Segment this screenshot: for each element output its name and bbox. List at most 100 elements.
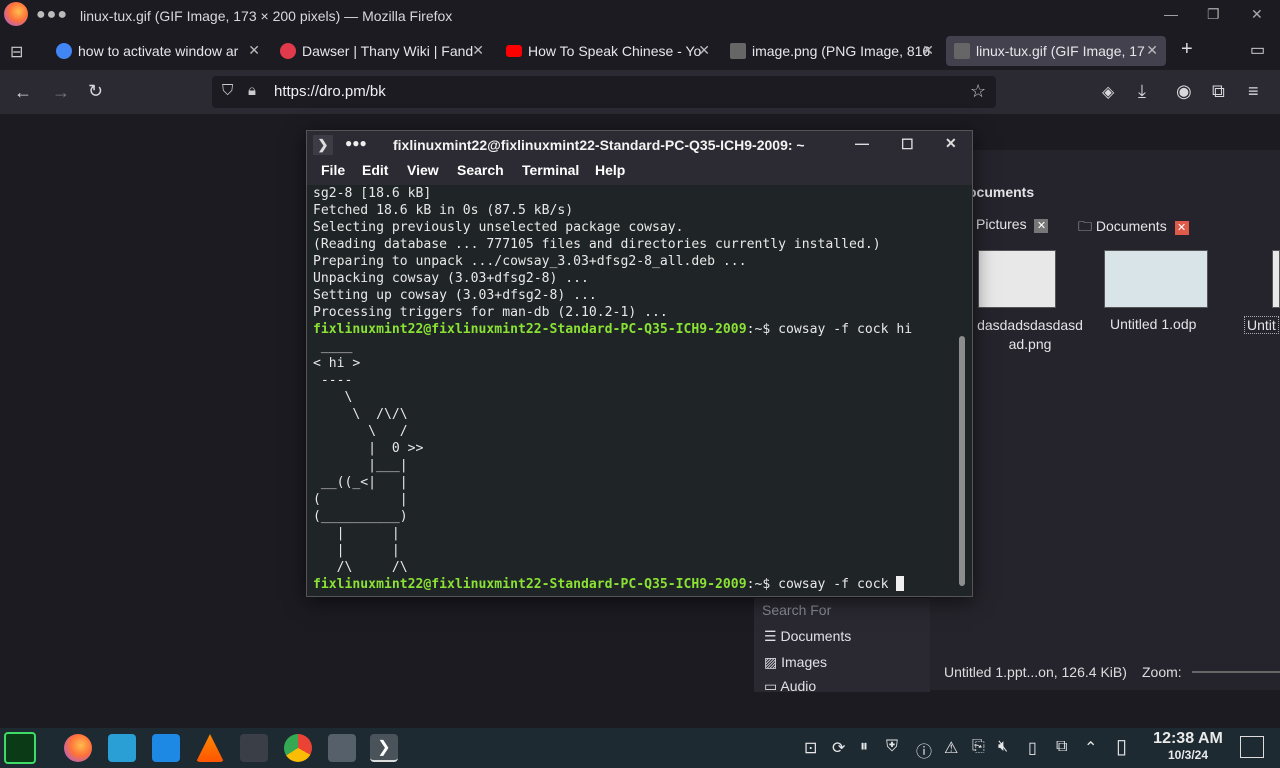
app-icon[interactable] <box>328 734 356 762</box>
tray-app-icon[interactable]: ⊡ <box>804 738 817 758</box>
lock-icon[interactable]: 🔒︎ <box>248 82 256 99</box>
output-line: Selecting previously unselected package … <box>313 220 684 235</box>
search-item-documents[interactable]: ☰ Documents <box>764 628 851 645</box>
battery-icon[interactable]: ▯ <box>1028 738 1037 758</box>
minimize-icon[interactable]: — <box>855 135 869 151</box>
tab-google[interactable]: how to activate window ar ✕ <box>48 36 268 66</box>
pause-icon[interactable]: ⏸ <box>860 738 868 756</box>
tab-label: linux-tux.gif (GIF Image, 17 <box>976 43 1145 59</box>
menu-terminal[interactable]: Terminal <box>522 162 579 178</box>
close-icon[interactable]: ✕ <box>1034 219 1049 233</box>
cow-art-line: \ / <box>313 424 408 439</box>
tab-label: Documents <box>1095 218 1167 234</box>
download-icon[interactable]: ⤓ <box>1138 81 1146 102</box>
file-name[interactable]: Untit <box>1244 316 1279 334</box>
menu-search[interactable]: Search <box>457 162 504 178</box>
item-label: Documents <box>780 628 852 644</box>
cow-art-line: ---- <box>313 373 353 388</box>
bookmark-star-icon[interactable]: ☆ <box>970 81 986 102</box>
file-thumbnail[interactable] <box>1104 250 1208 308</box>
tab-linux-tux[interactable]: linux-tux.gif (GIF Image, 17 ✕ <box>946 36 1166 66</box>
chevron-up-icon[interactable]: ⌃ <box>1084 738 1097 758</box>
terminal-icon[interactable]: ❯ <box>370 734 398 762</box>
cow-art-line: |___| <box>313 458 408 473</box>
back-icon[interactable]: ← <box>14 82 32 103</box>
terminal-output[interactable]: sg2-8 [18.6 kB] Fetched 18.6 kB in 0s (8… <box>307 185 959 596</box>
more-dots-icon[interactable]: ●●● <box>345 136 367 150</box>
pocket-icon[interactable]: ◈ <box>1102 82 1114 102</box>
maximize-icon[interactable]: ❐ <box>1207 6 1220 23</box>
tab-fandom[interactable]: Dawser | Thany Wiki | Fand ✕ <box>272 36 492 66</box>
cow-art-line: ____ <box>313 339 353 354</box>
zoom-slider[interactable] <box>1192 671 1280 673</box>
start-menu-icon[interactable] <box>4 732 36 764</box>
url-text[interactable]: https://dro.pm/bk <box>274 83 386 100</box>
tab-label: Pictures <box>976 216 1027 232</box>
tab-list-icon[interactable]: ▭ <box>1250 40 1265 60</box>
output-line: Processing triggers for man-db (2.10.2-1… <box>313 305 668 320</box>
files-icon[interactable] <box>108 734 136 762</box>
tab-overview-icon[interactable]: ⊟ <box>10 42 23 62</box>
document-icon: ☰ <box>764 628 781 644</box>
prompt-text: fixlinuxmint22@fixlinuxmint22-Standard-P… <box>313 577 747 592</box>
shield-icon[interactable]: ⛨ <box>886 738 898 756</box>
forward-icon[interactable]: → <box>52 82 70 103</box>
file-name[interactable]: Untitled 1.odp <box>1110 316 1196 332</box>
tab-close-icon[interactable]: ✕ <box>248 42 260 59</box>
file-name[interactable]: dasdadsdasdasd ad.png <box>970 316 1090 354</box>
terminal-scrollbar[interactable] <box>959 336 965 586</box>
file-thumbnail[interactable] <box>978 250 1056 308</box>
chrome-icon[interactable] <box>284 734 312 762</box>
tab-close-icon[interactable]: ✕ <box>472 42 484 59</box>
close-icon[interactable]: ✕ <box>1251 6 1263 23</box>
tab-close-icon[interactable]: ✕ <box>922 42 934 59</box>
mute-icon[interactable]: 🔇︎ <box>998 738 1008 756</box>
search-item-images[interactable]: ▨ Images <box>764 654 827 671</box>
minimize-icon[interactable]: — <box>1164 6 1178 22</box>
menu-icon[interactable]: ≡ <box>1248 81 1259 102</box>
close-icon[interactable]: ✕ <box>1174 221 1189 235</box>
tab-close-icon[interactable]: ✕ <box>698 42 710 59</box>
tab-close-icon[interactable]: ✕ <box>1146 42 1158 59</box>
settings-icon[interactable] <box>240 734 268 762</box>
clock[interactable]: 12:38 AM 10/3/24 <box>1148 730 1228 762</box>
menu-edit[interactable]: Edit <box>362 162 388 178</box>
update-icon[interactable]: ⚠ <box>944 738 958 758</box>
vlc-icon[interactable] <box>196 734 224 762</box>
status-text: Untitled 1.ppt...on, 126.4 KiB) <box>944 664 1127 680</box>
terminal-app-icon[interactable]: ❯ <box>313 135 333 155</box>
extensions-icon[interactable]: ⧉ <box>1212 81 1225 102</box>
file-thumbnail[interactable] <box>1272 250 1280 308</box>
phone-icon[interactable]: ▯ <box>1116 734 1127 759</box>
fm-tab-documents[interactable]: 🗀︎ Documents ✕ <box>1078 216 1189 240</box>
tab-label: image.png (PNG Image, 816 <box>752 43 931 59</box>
output-line: Unpacking cowsay (3.03+dfsg2-8) ... <box>313 271 589 286</box>
firefox-icon[interactable] <box>64 734 92 762</box>
show-desktop-icon[interactable] <box>1240 736 1264 758</box>
google-icon <box>56 43 72 59</box>
account-icon[interactable]: ◉ <box>1176 81 1192 102</box>
network-icon[interactable]: ⧉ <box>1056 738 1067 756</box>
close-icon[interactable]: ✕ <box>945 135 957 152</box>
tray-connect-icon[interactable]: ⟳ <box>832 738 845 758</box>
cow-art-line: \ /\/\ <box>313 407 408 422</box>
shield-icon[interactable]: ⛉ <box>222 82 233 99</box>
url-bar[interactable]: ⛉ 🔒︎ https://dro.pm/bk ☆ <box>212 76 996 108</box>
menu-file[interactable]: File <box>321 162 345 178</box>
screenshot-icon[interactable] <box>152 734 180 762</box>
tab-youtube[interactable]: How To Speak Chinese - Yo ✕ <box>498 36 718 66</box>
reload-icon[interactable]: ↻ <box>88 81 103 102</box>
command-text: :~$ cowsay -f cock hi <box>746 322 913 337</box>
tab-image-png[interactable]: image.png (PNG Image, 816 ✕ <box>722 36 942 66</box>
menu-view[interactable]: View <box>407 162 439 178</box>
new-tab-icon[interactable]: + <box>1181 38 1193 61</box>
menu-help[interactable]: Help <box>595 162 625 178</box>
search-item-audio[interactable]: ▭ Audio <box>764 678 816 692</box>
cow-art-line: __((_<| | <box>313 475 408 490</box>
more-dots-icon[interactable]: ●●● <box>36 6 68 24</box>
info-icon[interactable]: ⓘ <box>916 738 932 762</box>
fm-tab-pictures[interactable]: Pictures ✕ <box>976 216 1049 233</box>
maximize-icon[interactable]: ☐ <box>901 136 914 153</box>
output-line: (Reading database ... 777105 files and d… <box>313 237 881 252</box>
clipboard-icon[interactable]: ⎘ <box>972 738 985 756</box>
